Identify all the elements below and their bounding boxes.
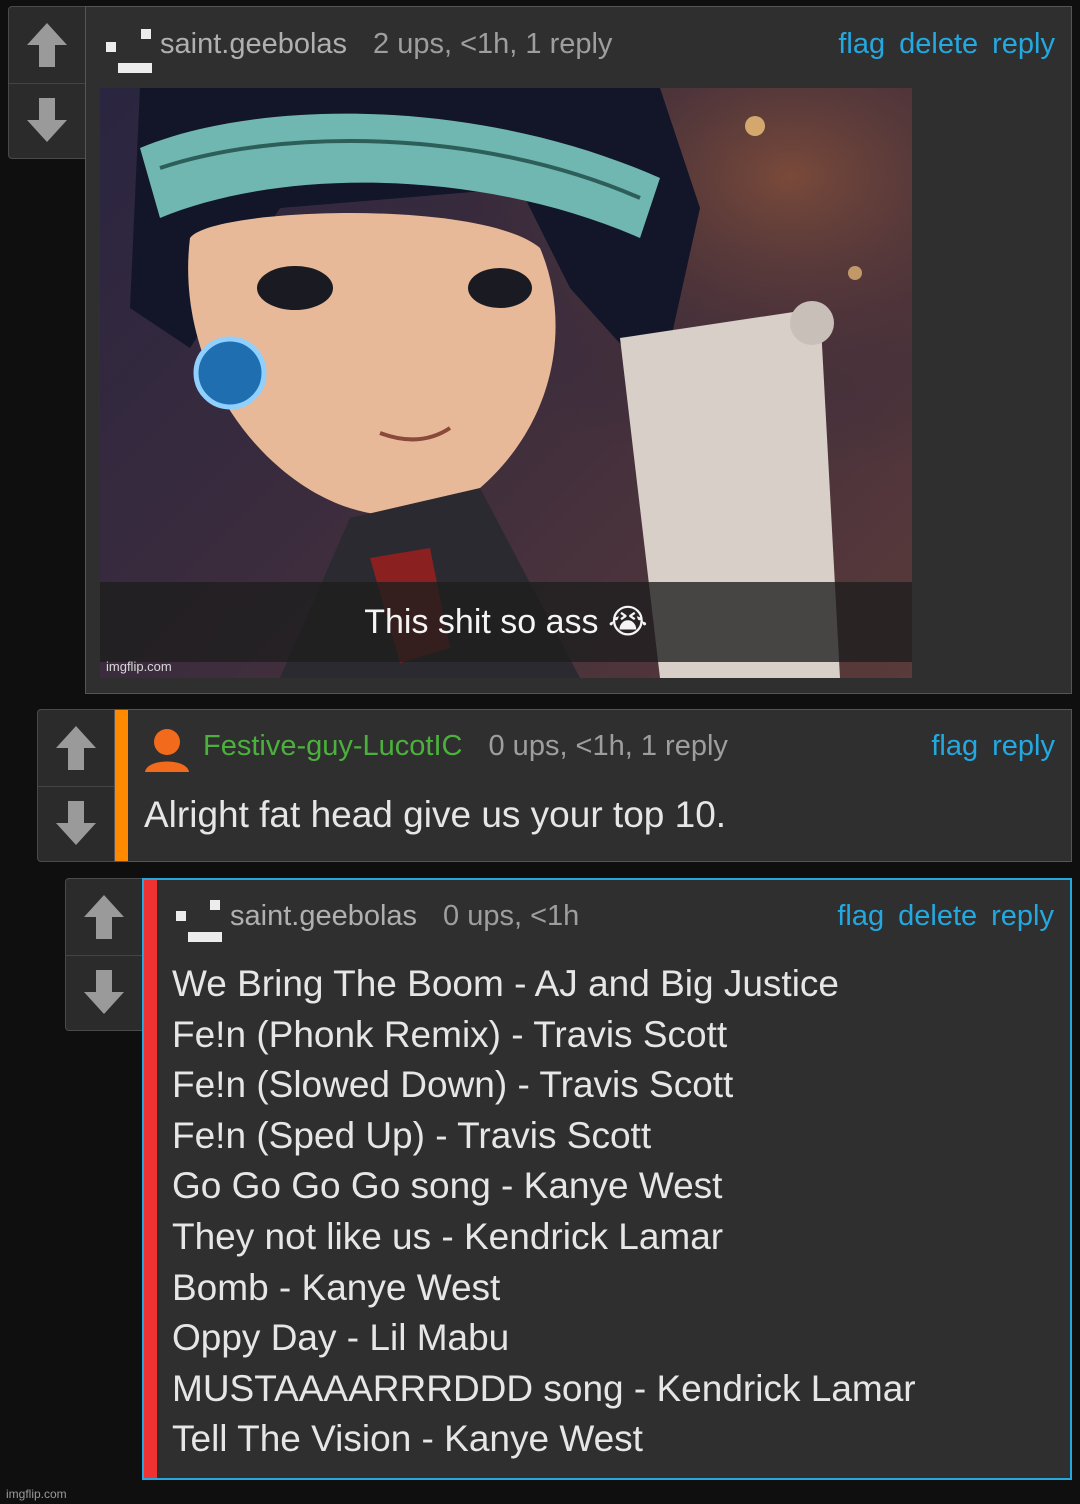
arrow-up-icon	[84, 894, 124, 939]
arrow-up-icon	[27, 22, 67, 67]
arrow-down-icon	[84, 970, 124, 1015]
arrow-up-icon	[56, 725, 96, 770]
downvote-button[interactable]	[66, 955, 142, 1031]
vote-column	[37, 709, 115, 862]
user-avatar-icon	[106, 27, 154, 75]
flag-link[interactable]: flag	[931, 730, 978, 762]
list-item: Fe!n (Sped Up) - Travis Scott	[172, 1114, 652, 1156]
upvote-button[interactable]	[66, 879, 142, 956]
thread-stripe	[144, 880, 157, 1478]
username[interactable]: saint.geebolas	[160, 28, 347, 60]
arrow-down-icon	[27, 98, 67, 143]
list-item: Bomb - Kanye West	[172, 1266, 501, 1308]
arrow-down-icon	[56, 801, 96, 846]
vote-column	[65, 878, 143, 1031]
list-item: They not like us - Kendrick Lamar	[172, 1215, 724, 1257]
reply-link[interactable]: reply	[992, 28, 1055, 60]
imgflip-watermark: imgflip.com	[106, 659, 172, 674]
list-item: We Bring The Boom - AJ and Big Justice	[172, 963, 840, 1004]
comment-meta: saint.geebolas 0 ups, <1h	[230, 900, 579, 933]
downvote-button[interactable]	[38, 786, 114, 862]
downvote-button[interactable]	[9, 83, 85, 159]
username[interactable]: saint.geebolas	[230, 900, 417, 932]
comment-actions: flag delete reply	[823, 900, 1054, 933]
list-item: Oppy Day - Lil Mabu	[172, 1317, 510, 1359]
reply-link[interactable]: reply	[992, 730, 1055, 762]
user-avatar-icon	[176, 898, 224, 946]
upvote-button[interactable]	[38, 710, 114, 787]
comment-card-highlighted: saint.geebolas 0 ups, <1h flag delete reply…	[142, 878, 1072, 1480]
comment-actions: flag reply	[917, 730, 1055, 763]
comment-actions: flag delete reply	[824, 28, 1055, 61]
delete-link[interactable]: delete	[898, 900, 977, 932]
thread-stripe	[115, 710, 128, 861]
meme-caption: This shit so ass 😭	[100, 582, 912, 662]
comment-text: We Bring The Boom - AJ and Big Justice F…	[172, 959, 916, 1465]
list-item: MUSTAAAARRRDDD song - Kendrick Lamar	[172, 1367, 916, 1409]
upvote-button[interactable]	[9, 7, 85, 84]
list-item: Tell The Vision - Kanye West	[172, 1418, 643, 1460]
page-watermark: imgflip.com	[6, 1487, 67, 1501]
flag-link[interactable]: flag	[838, 28, 885, 60]
comment-text: Alright fat head give us your top 10.	[144, 794, 727, 835]
list-item: Fe!n (Phonk Remix) - Travis Scott	[172, 1013, 728, 1055]
user-avatar-icon	[145, 729, 189, 772]
vote-column	[8, 6, 86, 159]
list-item: Fe!n (Slowed Down) - Travis Scott	[172, 1064, 734, 1106]
list-item: Go Go Go Go song - Kanye West	[172, 1165, 723, 1207]
meme-image[interactable]: This shit so ass 😭 imgflip.com	[100, 88, 912, 678]
comment-meta: saint.geebolas 2 ups, <1h, 1 reply	[160, 28, 612, 61]
meme-caption-text: This shit so ass	[364, 602, 599, 641]
comment-stats: 2 ups, <1h, 1 reply	[373, 28, 613, 60]
delete-link[interactable]: delete	[899, 28, 978, 60]
crying-emoji: 😭	[608, 603, 648, 641]
reply-link[interactable]: reply	[991, 900, 1054, 932]
comment-stats: 0 ups, <1h, 1 reply	[488, 730, 728, 762]
comment-stats: 0 ups, <1h	[443, 900, 580, 932]
username[interactable]: Festive-guy-LucotIC	[203, 730, 463, 762]
flag-link[interactable]: flag	[837, 900, 884, 932]
comment-meta: Festive-guy-LucotIC 0 ups, <1h, 1 reply	[203, 730, 728, 763]
comment-card: Festive-guy-LucotIC 0 ups, <1h, 1 reply f…	[114, 709, 1072, 862]
